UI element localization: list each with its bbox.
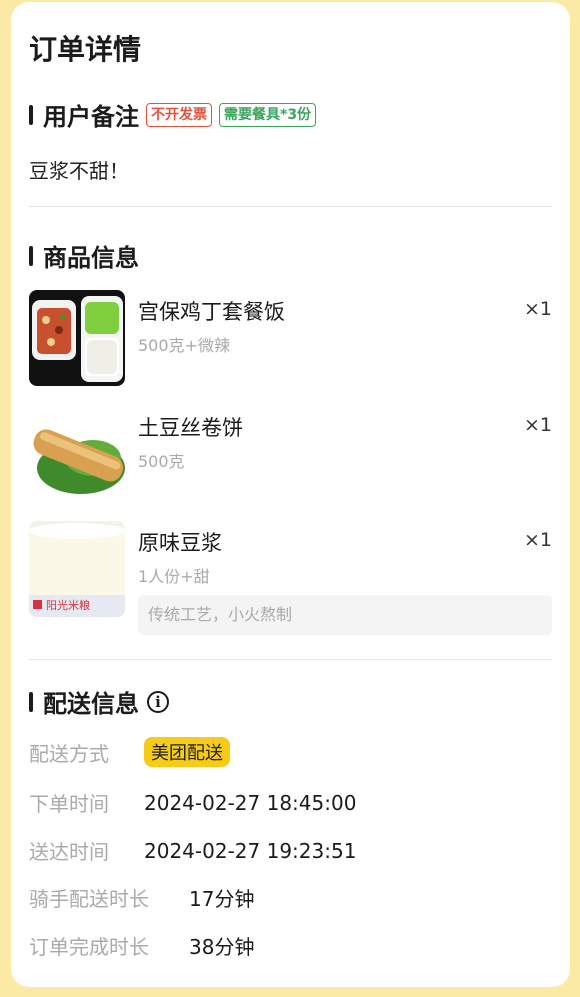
delivery-section-header: 配送信息 i bbox=[29, 684, 169, 719]
goods-item-name: 原味豆浆 bbox=[138, 531, 222, 555]
arrival-time-label: 送达时间 bbox=[29, 840, 109, 864]
delivery-method-row: 配送方式 美团配送 bbox=[29, 737, 230, 767]
rider-duration-row: 骑手配送时长 17分钟 bbox=[29, 883, 254, 912]
goods-item-spec: 1人份+甜 bbox=[138, 567, 210, 586]
goods-item[interactable]: 土豆丝卷饼 500克 ×1 bbox=[29, 406, 552, 506]
goods-item-quantity: ×1 bbox=[523, 298, 552, 320]
order-detail-card: 订单详情 用户备注 不开发票 需要餐具*3份 豆浆不甜！ 商品信息 宫保鸡丁套餐… bbox=[11, 2, 570, 987]
goods-item-quantity: ×1 bbox=[523, 529, 552, 551]
remark-text: 豆浆不甜！ bbox=[29, 159, 129, 183]
soy-milk-image: 阳光米粮 bbox=[29, 521, 125, 617]
rider-duration-value: 17分钟 bbox=[189, 887, 255, 911]
tableware-tag: 需要餐具*3份 bbox=[219, 102, 317, 127]
section-bar bbox=[29, 245, 33, 266]
delivery-section-title: 配送信息 bbox=[43, 690, 139, 718]
potato-roll-pancake-image bbox=[29, 406, 125, 502]
arrival-time-row: 送达时间 2024-02-27 19:23:51 bbox=[29, 836, 356, 865]
order-time-row: 下单时间 2024-02-27 18:45:00 bbox=[29, 788, 356, 817]
goods-item-spec: 500克 bbox=[138, 452, 185, 471]
goods-section-title: 商品信息 bbox=[43, 244, 139, 272]
goods-item-quantity: ×1 bbox=[523, 414, 552, 436]
page-title: 订单详情 bbox=[29, 33, 142, 66]
divider bbox=[29, 206, 552, 207]
order-time-value: 2024-02-27 18:45:00 bbox=[144, 790, 357, 815]
completion-duration-value: 38分钟 bbox=[189, 935, 255, 959]
goods-item[interactable]: 阳光米粮 原味豆浆 1人份+甜 ×1 传统工艺，小火熬制 bbox=[29, 521, 552, 637]
info-icon[interactable]: i bbox=[147, 690, 169, 713]
goods-item-name: 宫保鸡丁套餐饭 bbox=[138, 300, 285, 324]
section-bar bbox=[29, 104, 33, 125]
no-invoice-tag: 不开发票 bbox=[146, 102, 212, 127]
completion-duration-label: 订单完成时长 bbox=[29, 935, 149, 959]
rider-duration-label: 骑手配送时长 bbox=[29, 887, 149, 911]
delivery-method-label: 配送方式 bbox=[29, 741, 109, 766]
goods-item-note: 传统工艺，小火熬制 bbox=[138, 595, 552, 635]
section-bar bbox=[29, 691, 33, 712]
goods-item-spec: 500克+微辣 bbox=[138, 336, 230, 355]
divider bbox=[29, 659, 552, 660]
kungpao-chicken-rice-image bbox=[29, 290, 125, 386]
arrival-time-value: 2024-02-27 19:23:51 bbox=[144, 838, 357, 863]
completion-duration-row: 订单完成时长 38分钟 bbox=[29, 931, 254, 960]
goods-section-header: 商品信息 bbox=[29, 238, 139, 273]
order-time-label: 下单时间 bbox=[29, 792, 109, 816]
goods-item[interactable]: 宫保鸡丁套餐饭 500克+微辣 ×1 bbox=[29, 290, 552, 390]
remark-section-header: 用户备注 不开发票 需要餐具*3份 bbox=[29, 97, 317, 132]
soy-milk-brand-text: 阳光米粮 bbox=[46, 598, 90, 612]
goods-item-name: 土豆丝卷饼 bbox=[138, 416, 243, 440]
delivery-method-badge: 美团配送 bbox=[144, 737, 230, 767]
remark-section-title: 用户备注 bbox=[43, 103, 139, 131]
